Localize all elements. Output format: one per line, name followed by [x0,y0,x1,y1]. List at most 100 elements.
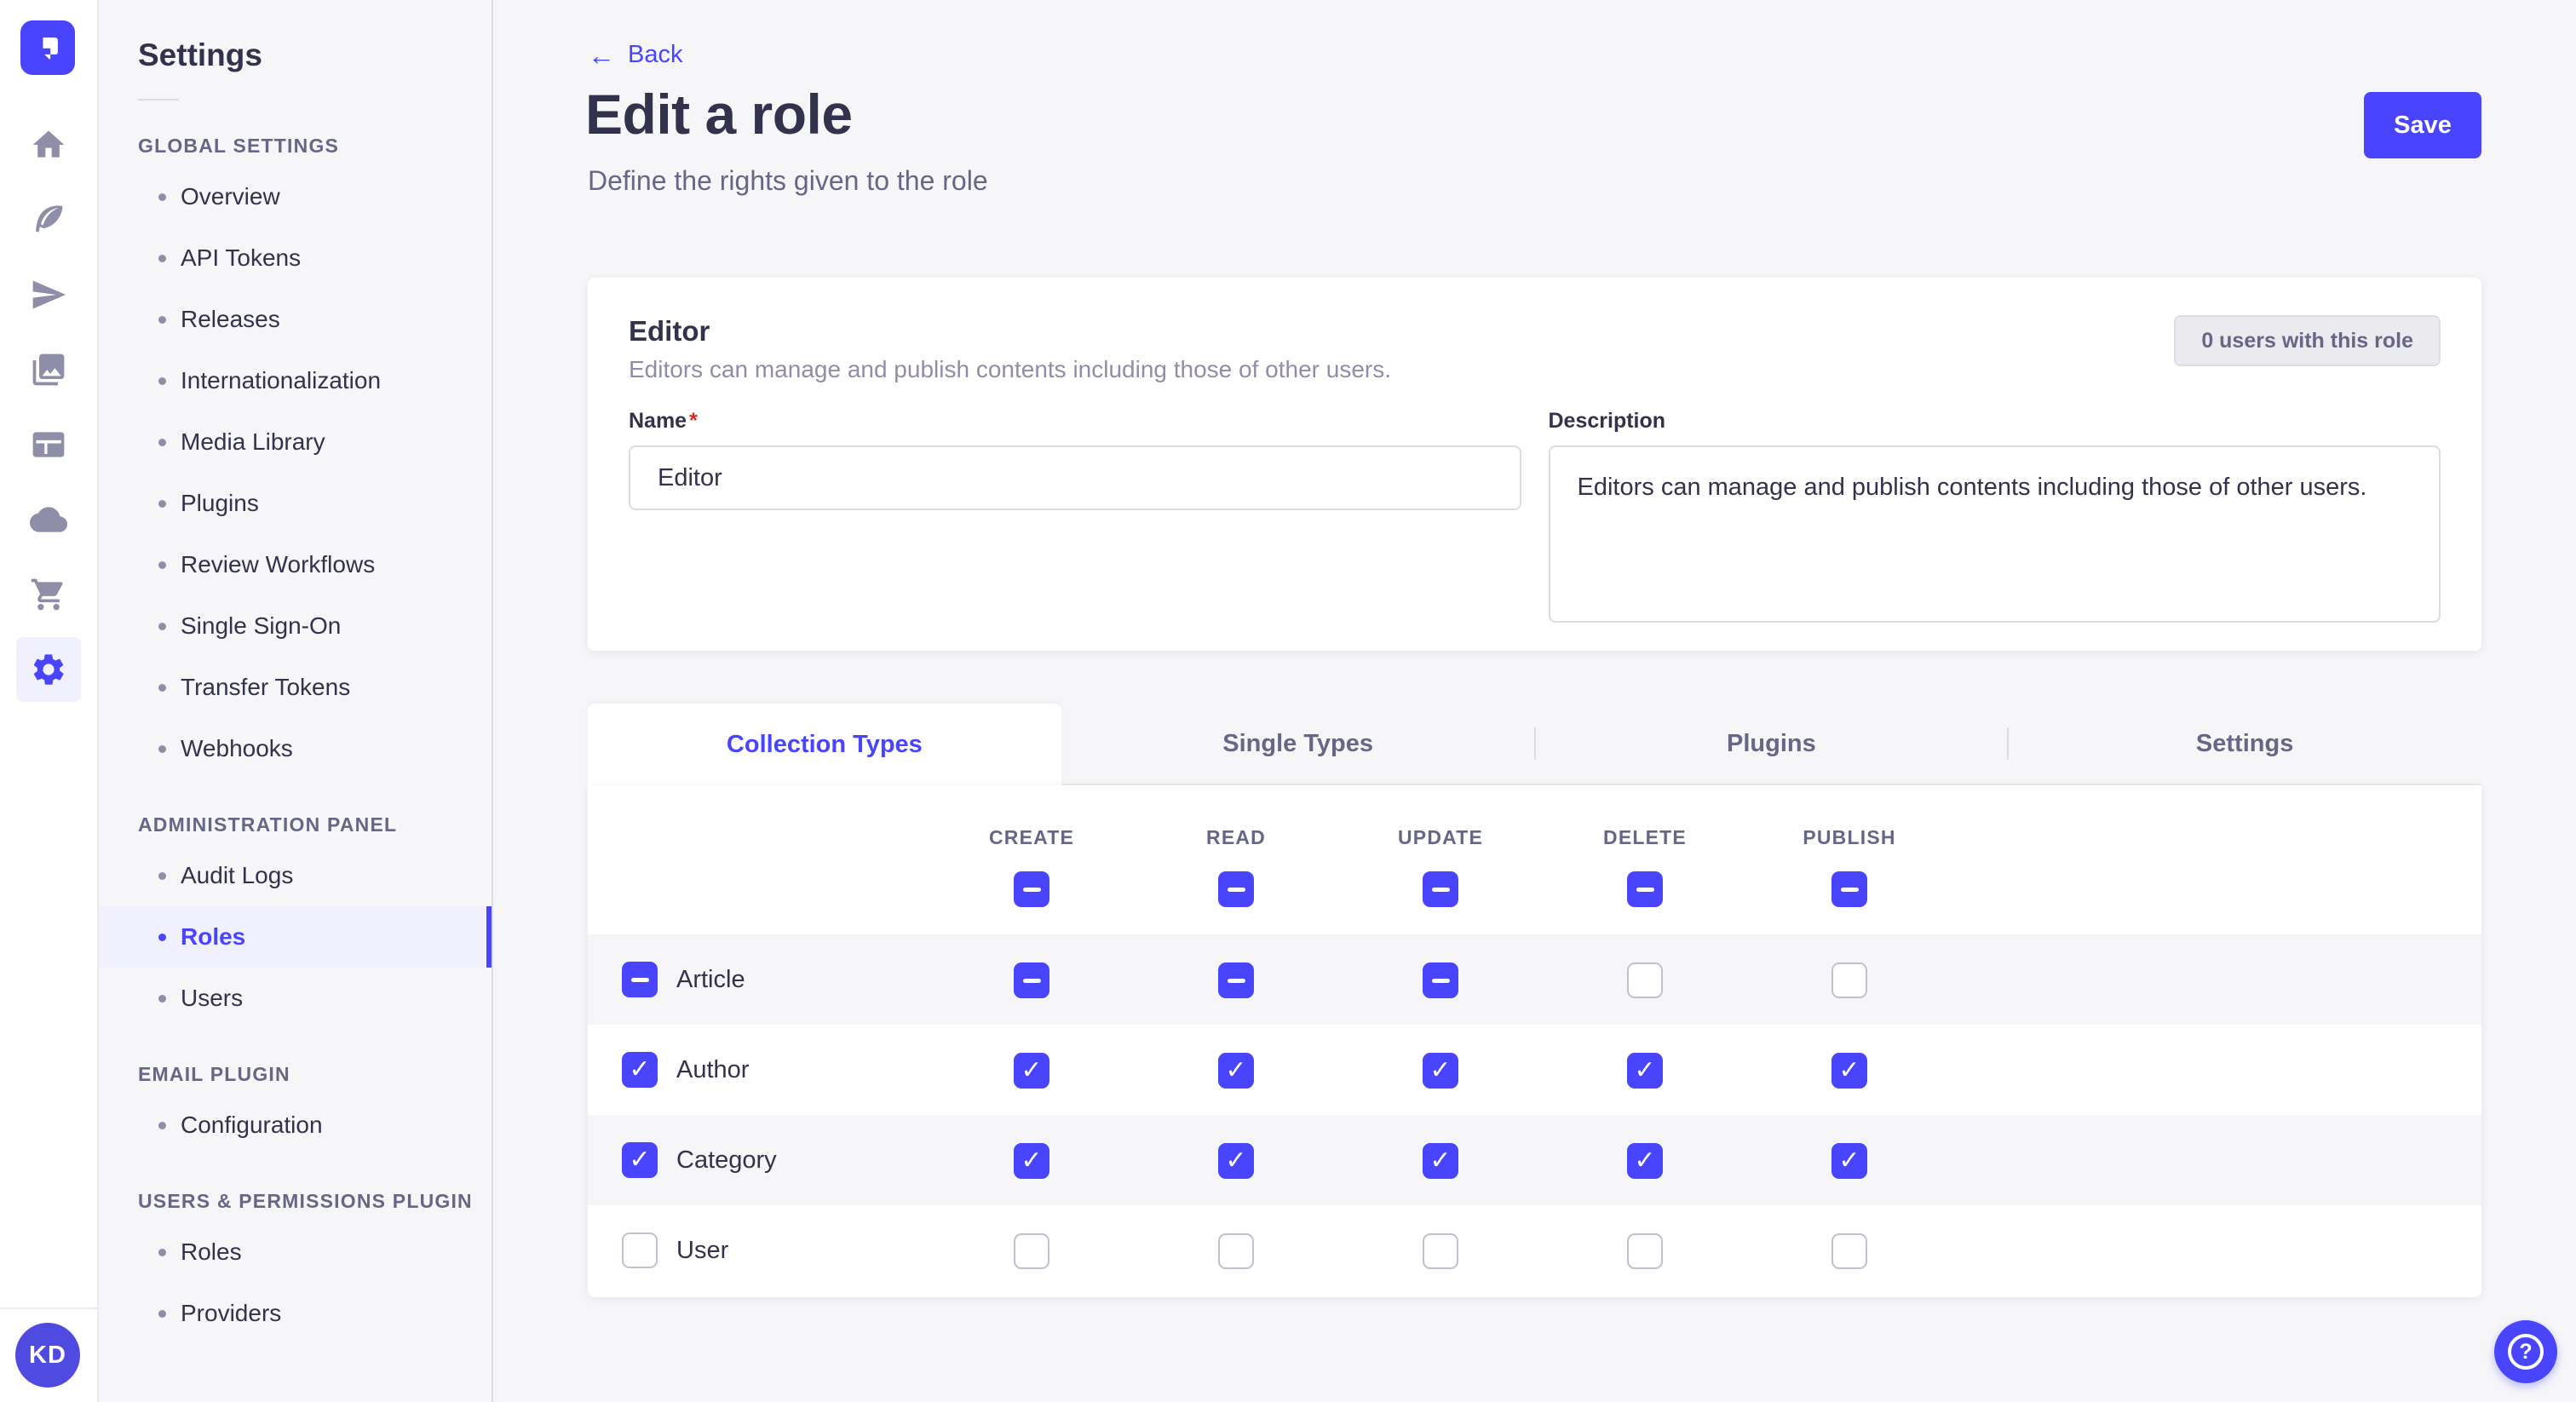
sidebar-item-users[interactable]: Users [99,968,492,1029]
select-all-delete-checkbox[interactable] [1627,871,1663,907]
settings-sidebar: Settings GLOBAL SETTINGSOverviewAPI Toke… [99,0,493,1402]
row-checkbox-user[interactable] [622,1232,658,1268]
article-delete-checkbox[interactable] [1627,962,1663,998]
tab-collection-types[interactable]: Collection Types [588,704,1061,785]
author-read-checkbox[interactable] [1218,1053,1254,1089]
cell-checkbox-wrapper [1014,962,1049,998]
article-update-checkbox[interactable] [1423,962,1458,998]
sidebar-section-label: EMAIL PLUGIN [99,1063,492,1086]
author-delete-checkbox[interactable] [1627,1053,1663,1089]
cell-checkbox-wrapper [1423,1143,1458,1179]
user-publish-checkbox[interactable] [1831,1233,1867,1269]
tab-single-types[interactable]: Single Types [1061,704,1535,785]
sidebar-item-webhooks[interactable]: Webhooks [99,718,492,779]
article-publish-checkbox[interactable] [1831,962,1867,998]
sidebar-item-configuration[interactable]: Configuration [99,1095,492,1156]
row-label: User [676,1237,728,1265]
role-details-card: Editor Editors can manage and publish co… [588,278,2481,651]
sidebar-item-releases[interactable]: Releases [99,289,492,350]
sidebar-item-roles[interactable]: Roles [99,906,492,968]
bullet-icon [158,872,166,880]
sidebar-item-review-workflows[interactable]: Review Workflows [99,534,492,595]
sidebar-item-transfer-tokens[interactable]: Transfer Tokens [99,657,492,718]
help-button[interactable]: ? [2494,1320,2557,1383]
cell-checkbox-wrapper [1218,1143,1254,1179]
marketplace-cart-icon[interactable] [16,562,81,627]
sidebar-item-audit-logs[interactable]: Audit Logs [99,845,492,906]
category-create-checkbox[interactable] [1014,1143,1049,1179]
role-description-subtitle: Editors can manage and publish contents … [629,356,1391,383]
sidebar-item-plugins[interactable]: Plugins [99,473,492,534]
user-delete-checkbox[interactable] [1627,1233,1663,1269]
sidebar-item-label: Overview [181,183,280,210]
sidebar-item-label: Webhooks [181,735,293,762]
cell-checkbox-wrapper [1218,1053,1254,1089]
select-all-update-checkbox[interactable] [1423,871,1458,907]
rail-divider [0,1307,97,1309]
row-checkbox-article[interactable] [622,962,658,997]
back-label: Back [628,41,682,69]
sidebar-section-label: GLOBAL SETTINGS [99,135,492,158]
bullet-icon [158,684,166,692]
user-read-checkbox[interactable] [1218,1233,1254,1269]
category-publish-checkbox[interactable] [1831,1143,1867,1179]
cell-checkbox-wrapper [1627,962,1663,998]
sidebar-item-label: Review Workflows [181,551,375,578]
tab-settings[interactable]: Settings [2008,704,2481,785]
row-checkbox-author[interactable] [622,1052,658,1088]
row-label: Article [676,966,745,994]
back-link[interactable]: ← Back [588,41,682,69]
sidebar-item-roles[interactable]: Roles [99,1221,492,1283]
row-checkbox-category[interactable] [622,1142,658,1178]
sidebar-item-internationalization[interactable]: Internationalization [99,350,492,411]
author-publish-checkbox[interactable] [1831,1053,1867,1089]
select-all-publish-checkbox[interactable] [1831,871,1867,907]
article-read-checkbox[interactable] [1218,962,1254,998]
sidebar-item-overview[interactable]: Overview [99,166,492,227]
role-card-titles: Editor Editors can manage and publish co… [629,315,1391,383]
sidebar-section-label: USERS & PERMISSIONS PLUGIN [99,1190,492,1213]
description-field-group: Description [1549,409,2441,627]
select-all-create-checkbox[interactable] [1014,871,1049,907]
select-all-read-checkbox[interactable] [1218,871,1254,907]
tab-plugins[interactable]: Plugins [1535,704,2009,785]
sidebar-section: ADMINISTRATION PANELAudit LogsRolesUsers [99,813,492,1029]
description-label: Description [1549,409,2441,434]
sidebar-item-single-sign-on[interactable]: Single Sign-On [99,595,492,657]
description-input[interactable] [1549,445,2441,623]
settings-gear-icon[interactable] [16,637,81,702]
sidebar-item-media-library[interactable]: Media Library [99,411,492,473]
feather-icon[interactable] [16,187,81,252]
cell-checkbox-wrapper [1423,1233,1458,1269]
role-card-header: Editor Editors can manage and publish co… [629,315,2441,383]
cell-checkbox-wrapper [1423,1053,1458,1089]
users-count-badge[interactable]: 0 users with this role [2174,315,2441,366]
column-checkbox-wrapper [1014,871,1049,907]
author-create-checkbox[interactable] [1014,1053,1049,1089]
sidebar-item-api-tokens[interactable]: API Tokens [99,227,492,289]
article-create-checkbox[interactable] [1014,962,1049,998]
bullet-icon [158,500,166,508]
category-delete-checkbox[interactable] [1627,1143,1663,1179]
permissions-panel: CREATEREADUPDATEDELETEPUBLISH ArticleAut… [588,785,2481,1297]
bullet-icon [158,377,166,385]
author-update-checkbox[interactable] [1423,1053,1458,1089]
user-avatar[interactable]: KD [15,1323,80,1388]
user-update-checkbox[interactable] [1423,1233,1458,1269]
bullet-icon [158,1310,166,1318]
cloud-icon[interactable] [16,487,81,552]
sidebar-item-providers[interactable]: Providers [99,1283,492,1344]
rail-nav [0,112,97,712]
user-create-checkbox[interactable] [1014,1233,1049,1269]
cell-checkbox-wrapper [1627,1053,1663,1089]
media-library-icon[interactable] [16,337,81,402]
cell-checkbox-wrapper [1831,1143,1867,1179]
save-button[interactable]: Save [2364,92,2481,158]
category-read-checkbox[interactable] [1218,1143,1254,1179]
content-manager-icon[interactable] [16,412,81,477]
category-update-checkbox[interactable] [1423,1143,1458,1179]
home-icon[interactable] [16,112,81,177]
name-input[interactable] [629,445,1521,510]
strapi-logo-icon[interactable] [20,20,75,75]
send-icon[interactable] [16,262,81,327]
